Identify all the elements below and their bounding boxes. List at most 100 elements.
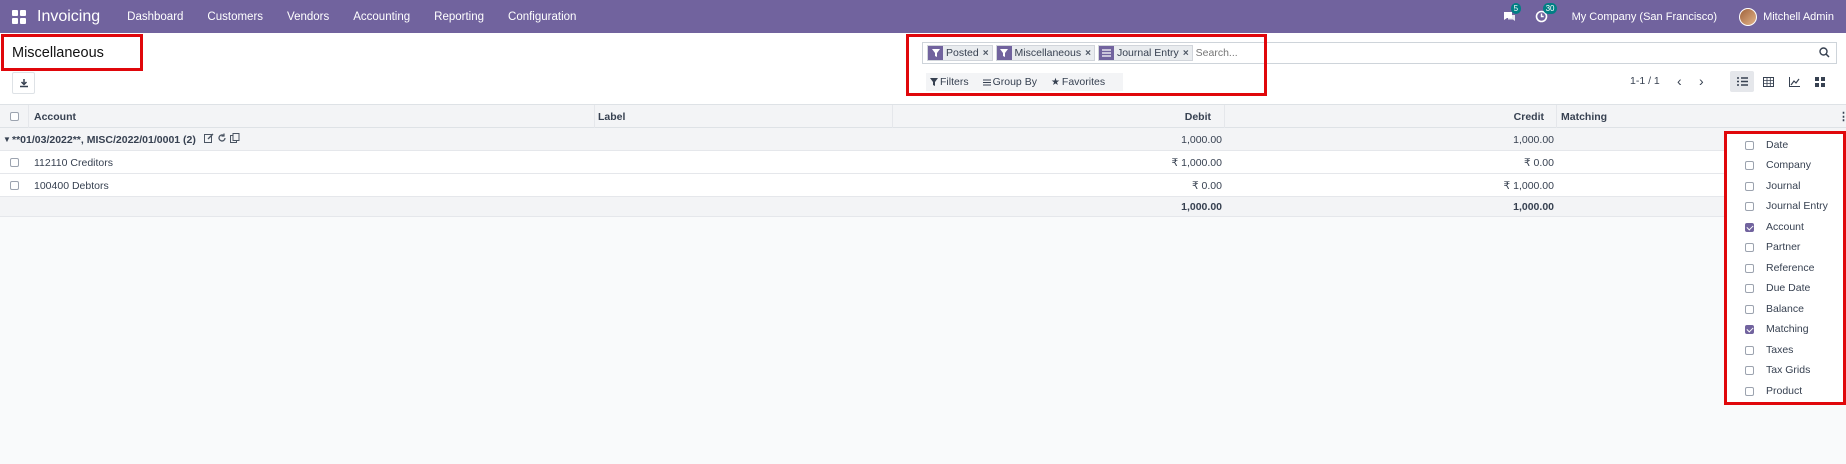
menu-accounting[interactable]: Accounting <box>353 11 410 23</box>
column-option-label: Due Date <box>1766 282 1811 294</box>
export-button[interactable] <box>12 72 35 94</box>
group-debit: 1,000.00 <box>1181 134 1222 146</box>
optional-column-date[interactable]: Date <box>1745 139 1788 151</box>
column-checkbox[interactable] <box>1745 263 1754 273</box>
activities-icon[interactable]: 30 <box>1534 2 1558 25</box>
optional-columns-toggle-icon[interactable]: ⋮ <box>1838 110 1846 123</box>
company-switcher[interactable]: My Company (San Francisco) <box>1572 11 1718 23</box>
menu-dashboard[interactable]: Dashboard <box>127 11 183 23</box>
view-switcher <box>1728 71 1832 92</box>
column-header-matching[interactable]: Matching <box>1561 111 1607 123</box>
optional-column-matching[interactable]: Matching <box>1745 323 1809 335</box>
optional-column-journal[interactable]: Journal <box>1745 180 1800 192</box>
column-checkbox[interactable] <box>1745 345 1754 355</box>
kanban-view-button[interactable] <box>1808 71 1832 92</box>
pager-value[interactable]: 1-1 / 1 <box>1630 75 1660 87</box>
row-credit[interactable]: ₹ 0.00 <box>1224 157 1554 169</box>
column-option-label: Matching <box>1766 323 1809 335</box>
optional-column-balance[interactable]: Balance <box>1745 303 1804 315</box>
user-menu[interactable]: Mitchell Admin <box>1763 11 1834 23</box>
app-title[interactable]: Invoicing <box>37 8 100 26</box>
total-credit: 1,000.00 <box>1513 201 1554 213</box>
optional-column-tax-grids[interactable]: Tax Grids <box>1745 364 1810 376</box>
pager-next-icon[interactable]: › <box>1699 73 1704 89</box>
column-checkbox-checked[interactable] <box>1745 222 1754 232</box>
column-header-label[interactable]: Label <box>598 111 625 123</box>
group-row[interactable]: ▼ **01/03/2022**, MISC/2022/01/0001 (2) … <box>0 128 1846 151</box>
graph-view-button[interactable] <box>1782 71 1806 92</box>
systray: 5 30 My Company (San Francisco) Mitchell… <box>1502 0 1846 33</box>
list-view-button[interactable] <box>1730 71 1754 92</box>
search-highlight-box <box>906 34 1267 96</box>
column-checkbox[interactable] <box>1745 160 1754 170</box>
menu-configuration[interactable]: Configuration <box>508 11 576 23</box>
column-checkbox[interactable] <box>1745 140 1754 150</box>
pager-previous-icon[interactable]: ‹ <box>1677 73 1682 89</box>
group-credit: 1,000.00 <box>1513 134 1554 146</box>
search-icon[interactable] <box>1819 47 1830 61</box>
list-view-icon <box>1736 77 1748 86</box>
column-option-label: Partner <box>1766 241 1801 253</box>
optional-column-partner[interactable]: Partner <box>1745 241 1800 253</box>
optional-column-due-date[interactable]: Due Date <box>1745 282 1810 294</box>
reset-icon[interactable] <box>217 133 227 146</box>
column-option-label: Journal Entry <box>1766 200 1828 212</box>
messages-count-badge: 5 <box>1510 2 1522 14</box>
table-row[interactable]: 112110 Creditors ₹ 1,000.00 ₹ 0.00 <box>0 151 1846 174</box>
control-panel: Miscellaneous Posted × Miscellaneous × J… <box>0 33 1846 105</box>
column-option-label: Taxes <box>1766 344 1794 356</box>
edit-icon[interactable] <box>204 133 214 146</box>
optional-column-company[interactable]: Company <box>1745 159 1811 171</box>
optional-column-taxes[interactable]: Taxes <box>1745 344 1793 356</box>
column-option-label: Tax Grids <box>1766 364 1811 376</box>
column-checkbox[interactable] <box>1745 386 1754 396</box>
breadcrumb: Miscellaneous <box>1 34 143 71</box>
column-option-label: Date <box>1766 139 1789 151</box>
row-account[interactable]: 100400 Debtors <box>34 180 109 192</box>
copy-icon[interactable] <box>230 133 240 146</box>
optional-column-product[interactable]: Product <box>1745 385 1802 397</box>
menu-reporting[interactable]: Reporting <box>434 11 484 23</box>
column-checkbox[interactable] <box>1745 283 1754 293</box>
optional-columns-dropdown: Date Company Journal Journal Entry Accou… <box>1724 131 1846 405</box>
row-account[interactable]: 112110 Creditors <box>34 157 113 169</box>
table-footer-totals: 1,000.00 1,000.00 <box>0 197 1846 217</box>
column-checkbox[interactable] <box>1745 365 1754 375</box>
table-header: Account Label Debit Credit Matching <box>0 105 1846 128</box>
user-avatar[interactable] <box>1739 7 1758 26</box>
messages-icon[interactable]: 5 <box>1502 2 1522 25</box>
column-checkbox[interactable] <box>1745 242 1754 252</box>
row-debit[interactable]: ₹ 0.00 <box>892 180 1222 192</box>
column-option-label: Product <box>1766 385 1803 397</box>
row-checkbox[interactable] <box>10 158 19 170</box>
pivot-view-button[interactable] <box>1756 71 1780 92</box>
column-checkbox[interactable] <box>1745 181 1754 191</box>
graph-view-icon <box>1788 76 1800 87</box>
row-debit[interactable]: ₹ 1,000.00 <box>892 157 1222 169</box>
table-row[interactable]: 100400 Debtors ₹ 0.00 ₹ 1,000.00 <box>0 174 1846 197</box>
column-checkbox[interactable] <box>1745 304 1754 314</box>
select-all-checkbox[interactable] <box>10 112 19 124</box>
column-checkbox[interactable] <box>1745 201 1754 211</box>
row-checkbox[interactable] <box>10 181 19 193</box>
apps-menu-icon[interactable] <box>12 9 26 24</box>
kanban-view-icon <box>1815 76 1825 87</box>
menu-customers[interactable]: Customers <box>207 11 263 23</box>
column-option-label: Balance <box>1766 303 1804 315</box>
activities-count-badge: 30 <box>1542 2 1558 14</box>
page-title: Miscellaneous <box>12 45 104 61</box>
menu-vendors[interactable]: Vendors <box>287 11 329 23</box>
optional-column-reference[interactable]: Reference <box>1745 262 1814 274</box>
column-header-debit[interactable]: Debit <box>892 111 1211 123</box>
column-option-label: Journal <box>1766 180 1801 192</box>
column-checkbox-checked[interactable] <box>1745 324 1754 334</box>
total-debit: 1,000.00 <box>1181 201 1222 213</box>
column-option-label: Account <box>1766 221 1804 233</box>
optional-column-journal-entry[interactable]: Journal Entry <box>1745 200 1828 212</box>
column-header-account[interactable]: Account <box>34 111 76 123</box>
pivot-view-icon <box>1762 76 1774 87</box>
column-option-label: Company <box>1766 159 1811 171</box>
optional-column-account[interactable]: Account <box>1745 221 1804 233</box>
column-header-credit[interactable]: Credit <box>1224 111 1544 123</box>
row-credit[interactable]: ₹ 1,000.00 <box>1224 180 1554 192</box>
